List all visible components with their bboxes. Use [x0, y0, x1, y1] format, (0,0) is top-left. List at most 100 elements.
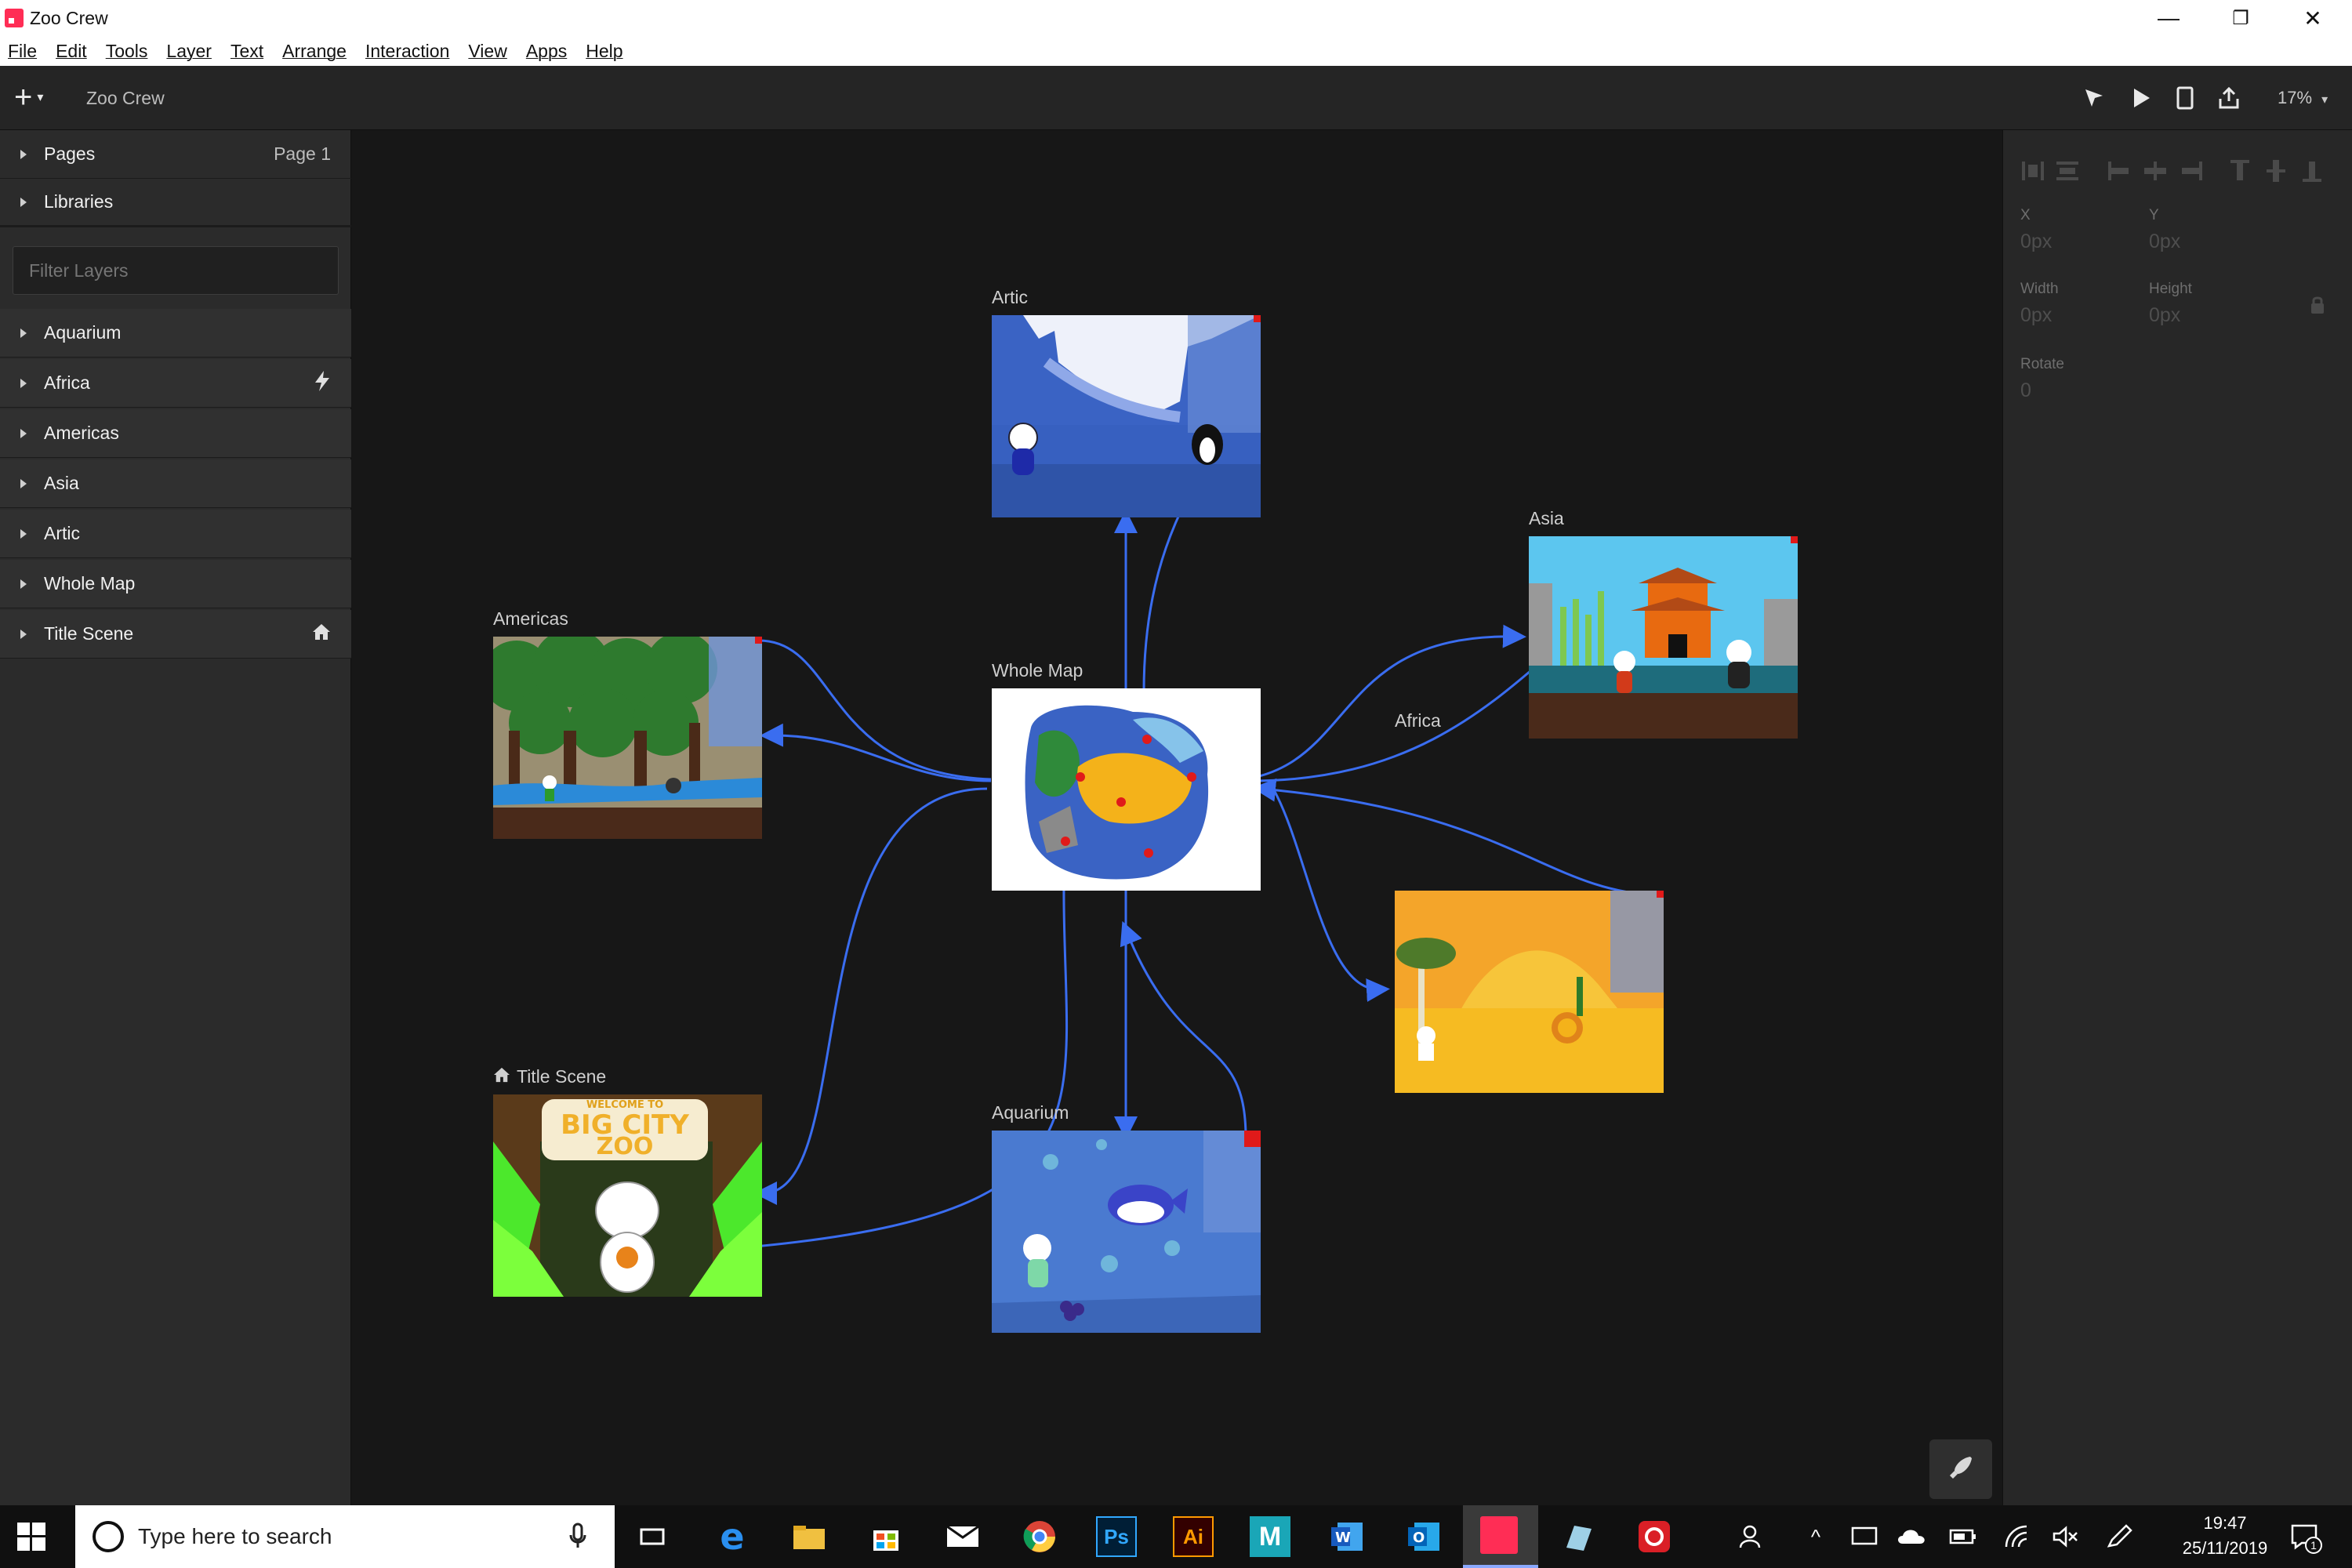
- libraries-row[interactable]: Libraries: [0, 179, 351, 227]
- word-icon[interactable]: W: [1327, 1516, 1367, 1557]
- microphone-icon[interactable]: [569, 1523, 586, 1553]
- outlook-icon[interactable]: O: [1403, 1516, 1444, 1557]
- menu-tools[interactable]: Tools: [106, 41, 148, 62]
- layer-row-africa[interactable]: Africa: [0, 359, 351, 408]
- artboard-whole-map[interactable]: [992, 688, 1261, 891]
- menu-interaction[interactable]: Interaction: [365, 41, 449, 62]
- app-launcher-icon[interactable]: [1557, 1516, 1598, 1557]
- align-horizontal-left-icon[interactable]: [2105, 157, 2133, 185]
- x-label: X: [2020, 207, 2031, 223]
- artboard-asia[interactable]: [1529, 536, 1798, 739]
- artboard-americas[interactable]: [493, 637, 762, 839]
- mail-icon[interactable]: [942, 1516, 983, 1557]
- width-value-field[interactable]: 0px: [2020, 304, 2052, 327]
- maximize-button[interactable]: ❐: [2205, 0, 2277, 36]
- menu-help[interactable]: Help: [586, 41, 622, 62]
- illustrator-icon[interactable]: Ai: [1173, 1516, 1214, 1557]
- align-left-icon[interactable]: [2019, 157, 2047, 185]
- photoshop-icon[interactable]: Ps: [1096, 1516, 1137, 1557]
- artboard-aquarium[interactable]: [992, 1131, 1261, 1333]
- caret-right-icon: [20, 478, 28, 488]
- volume-muted-icon[interactable]: [2045, 1516, 2085, 1557]
- artboard-label-title-scene: Title Scene: [517, 1066, 607, 1087]
- artboard-label-americas[interactable]: Americas: [493, 608, 568, 630]
- artboard-africa[interactable]: [1395, 891, 1664, 1093]
- add-button[interactable]: + ▾: [14, 80, 61, 114]
- layer-row-aquarium[interactable]: Aquarium: [0, 309, 351, 358]
- onedrive-cloud-icon[interactable]: [1891, 1516, 1932, 1557]
- artboard-label-asia[interactable]: Asia: [1529, 508, 1564, 529]
- zoom-dropdown[interactable]: 17% ▾: [2278, 88, 2328, 108]
- device-preview-icon[interactable]: [2169, 82, 2201, 114]
- pages-row[interactable]: Pages Page 1: [0, 130, 351, 179]
- caret-right-icon: [20, 378, 28, 388]
- rocket-button[interactable]: [1929, 1439, 1992, 1499]
- layer-row-asia[interactable]: Asia: [0, 459, 351, 508]
- artboard-label-aquarium[interactable]: Aquarium: [992, 1102, 1069, 1123]
- chevron-up-icon[interactable]: ^: [1795, 1516, 1836, 1557]
- edge-browser-icon[interactable]: e: [712, 1515, 753, 1558]
- taskbar-search-box[interactable]: Type here to search: [75, 1505, 615, 1568]
- caret-right-icon: [20, 328, 28, 338]
- battery-icon[interactable]: [1943, 1516, 1984, 1557]
- align-middle-icon[interactable]: [2262, 157, 2290, 185]
- close-button[interactable]: ✕: [2277, 0, 2349, 36]
- caret-right-icon: [20, 528, 28, 539]
- home-icon: [312, 623, 331, 645]
- taskbar-active-app[interactable]: [1463, 1505, 1538, 1568]
- pen-workspace-icon[interactable]: [2100, 1516, 2140, 1557]
- artboard-label-artic[interactable]: Artic: [992, 287, 1028, 308]
- action-center-icon[interactable]: 1: [2285, 1516, 2325, 1557]
- artboard-label-whole-map[interactable]: Whole Map: [992, 660, 1083, 681]
- title-bar: Zoo Crew — ❐ ✕: [0, 0, 2352, 36]
- filter-layers-input[interactable]: [13, 246, 339, 295]
- file-explorer-icon[interactable]: [789, 1516, 829, 1557]
- menu-file[interactable]: File: [8, 41, 37, 62]
- artboard-label-title-scene-wrap[interactable]: Title Scene: [493, 1066, 606, 1087]
- align-top-icon[interactable]: [2226, 157, 2254, 185]
- design-canvas[interactable]: Artic Asia Americas Whole Map Africa Tit…: [352, 130, 2002, 1505]
- people-icon[interactable]: [1733, 1516, 1773, 1557]
- align-bottom-icon[interactable]: [2298, 157, 2326, 185]
- x-value-field[interactable]: 0px: [2020, 230, 2052, 253]
- minimize-button[interactable]: —: [2132, 0, 2205, 36]
- menu-arrange[interactable]: Arrange: [282, 41, 347, 62]
- play-icon[interactable]: [2125, 82, 2158, 114]
- chrome-icon[interactable]: [1019, 1516, 1060, 1557]
- layer-row-americas[interactable]: Americas: [0, 409, 351, 458]
- pointer-cursor-icon[interactable]: [2078, 82, 2111, 114]
- clock-time[interactable]: 19:47: [2178, 1513, 2272, 1534]
- store-icon[interactable]: [866, 1516, 906, 1557]
- distribute-horizontal-icon[interactable]: [2053, 157, 2082, 185]
- clock-date[interactable]: 25/11/2019: [2162, 1538, 2288, 1559]
- rotate-value-field[interactable]: 0: [2020, 379, 2031, 402]
- wifi-icon[interactable]: [1996, 1516, 2037, 1557]
- tablet-mode-icon[interactable]: [1844, 1516, 1885, 1557]
- menu-text[interactable]: Text: [230, 41, 263, 62]
- lock-aspect-icon[interactable]: [2309, 295, 2326, 319]
- artboard-title-scene[interactable]: WELCOME TO BIG CITY ZOO: [493, 1094, 762, 1297]
- align-horizontal-center-icon[interactable]: [2141, 157, 2169, 185]
- maya-icon[interactable]: M: [1250, 1516, 1290, 1557]
- windows-start-icon[interactable]: [17, 1523, 45, 1555]
- y-value-field[interactable]: 0px: [2149, 230, 2180, 253]
- toolbar: + ▾ Zoo Crew 17% ▾: [0, 66, 2352, 130]
- menu-apps[interactable]: Apps: [526, 41, 567, 62]
- menu-layer[interactable]: Layer: [166, 41, 212, 62]
- layer-row-artic[interactable]: Artic: [0, 510, 351, 558]
- height-label: Height: [2149, 281, 2192, 297]
- menu-edit[interactable]: Edit: [56, 41, 87, 62]
- task-view-icon[interactable]: [632, 1516, 673, 1557]
- menu-view[interactable]: View: [468, 41, 506, 62]
- share-upload-icon[interactable]: [2212, 82, 2245, 114]
- asia-scene-image: [1529, 536, 1798, 739]
- layer-row-title-scene[interactable]: Title Scene: [0, 610, 351, 659]
- layer-row-whole-map[interactable]: Whole Map: [0, 560, 351, 608]
- align-horizontal-right-icon[interactable]: [2177, 157, 2205, 185]
- properties-panel: X 0px Y 0px Width 0px Height 0px Rotate …: [2002, 130, 2352, 1505]
- creative-cloud-icon[interactable]: [1634, 1516, 1675, 1557]
- artboard-artic[interactable]: [992, 315, 1261, 517]
- artboard-label-africa[interactable]: Africa: [1395, 710, 1441, 731]
- notification-count-badge: 1: [2305, 1537, 2322, 1554]
- height-value-field[interactable]: 0px: [2149, 304, 2180, 327]
